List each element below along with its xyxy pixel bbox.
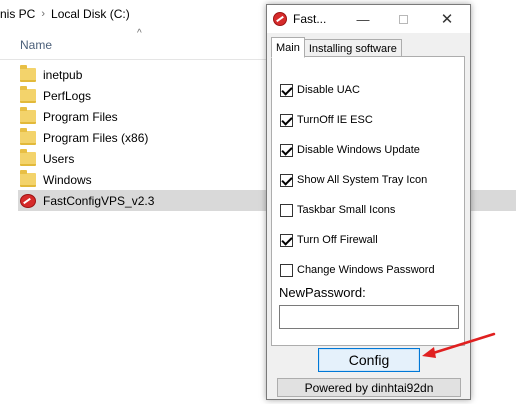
option-change-password[interactable]: Change Windows Password [280, 262, 435, 278]
list-item-program-files[interactable]: Program Files [18, 106, 268, 127]
option-disable-windows-update[interactable]: Disable Windows Update [280, 142, 420, 158]
folder-icon [20, 64, 36, 82]
tab-installing-software[interactable]: Installing software [303, 39, 402, 57]
breadcrumb-local-disk[interactable]: Local Disk (C:) [51, 7, 130, 21]
list-item-perflogs[interactable]: PerfLogs [18, 85, 268, 106]
column-name-header[interactable]: Name [20, 38, 52, 52]
checkbox-checked[interactable] [280, 143, 293, 157]
title-bar[interactable]: Fast... — ✕ [267, 5, 470, 33]
list-item-windows[interactable]: Windows [18, 169, 268, 190]
annotation-arrow-icon [422, 332, 496, 358]
option-turn-off-firewall[interactable]: Turn Off Firewall [280, 232, 378, 248]
option-label: Change Windows Password [297, 264, 435, 276]
checkbox-unchecked[interactable] [280, 203, 293, 217]
option-label: Disable UAC [297, 84, 360, 96]
folder-icon [20, 85, 36, 103]
option-disable-uac[interactable]: Disable UAC [280, 82, 360, 98]
list-item-label: inetpub [43, 67, 83, 82]
main-tab-panel: Disable UAC TurnOff IE ESC Disable Windo… [271, 56, 465, 346]
option-label: TurnOff IE ESC [297, 114, 373, 126]
list-item-program-files-x86[interactable]: Program Files (x86) [18, 127, 268, 148]
new-password-label: NewPassword: [279, 285, 366, 300]
folder-icon [20, 148, 36, 166]
breadcrumb-separator-icon: › [41, 8, 46, 20]
checkbox-checked[interactable] [280, 113, 293, 127]
config-button[interactable]: Config [318, 348, 420, 372]
list-item-users[interactable]: Users [18, 148, 268, 169]
option-label: Turn Off Firewall [297, 234, 378, 246]
list-item-label: Windows [43, 172, 92, 187]
checkbox-unchecked[interactable] [280, 263, 293, 277]
tab-main[interactable]: Main [271, 37, 305, 58]
folder-icon [20, 127, 36, 145]
folder-icon [20, 169, 36, 187]
maximize-icon [398, 14, 408, 24]
column-header[interactable]: ^ Name [0, 28, 270, 60]
option-turnoff-ie-esc[interactable]: TurnOff IE ESC [280, 112, 373, 128]
breadcrumb: nis PC › Local Disk (C:) [0, 0, 270, 28]
option-show-tray-icons[interactable]: Show All System Tray Icon [280, 172, 427, 188]
maximize-button[interactable] [383, 5, 423, 33]
header-divider [0, 59, 270, 60]
minimize-button[interactable]: — [343, 5, 383, 33]
list-item-inetpub[interactable]: inetpub [18, 64, 268, 85]
app-shield-icon [273, 12, 287, 26]
option-label: Taskbar Small Icons [297, 204, 396, 216]
folder-icon [20, 106, 36, 124]
list-item-label: Program Files (x86) [43, 130, 149, 145]
option-label: Disable Windows Update [297, 144, 420, 156]
option-taskbar-small-icons[interactable]: Taskbar Small Icons [280, 202, 395, 218]
breadcrumb-this-pc[interactable]: nis PC [0, 7, 35, 21]
list-item-label: FastConfigVPS_v2.3 [43, 193, 155, 208]
powered-by-button[interactable]: Powered by dinhtai92dn [277, 378, 461, 397]
option-label: Show All System Tray Icon [297, 174, 428, 186]
list-item-label: Users [43, 151, 75, 166]
window-title: Fast... [293, 12, 327, 26]
list-item-label: Program Files [43, 109, 118, 124]
checkbox-checked[interactable] [280, 173, 293, 187]
new-password-field[interactable] [279, 305, 459, 329]
tab-strip: Main Installing software [271, 37, 402, 58]
close-button[interactable]: ✕ [427, 5, 467, 33]
checkbox-checked[interactable] [280, 233, 293, 247]
sort-ascending-icon: ^ [137, 28, 142, 39]
shield-app-icon [20, 193, 36, 208]
checkbox-checked[interactable] [280, 83, 293, 97]
list-item-label: PerfLogs [43, 88, 92, 103]
